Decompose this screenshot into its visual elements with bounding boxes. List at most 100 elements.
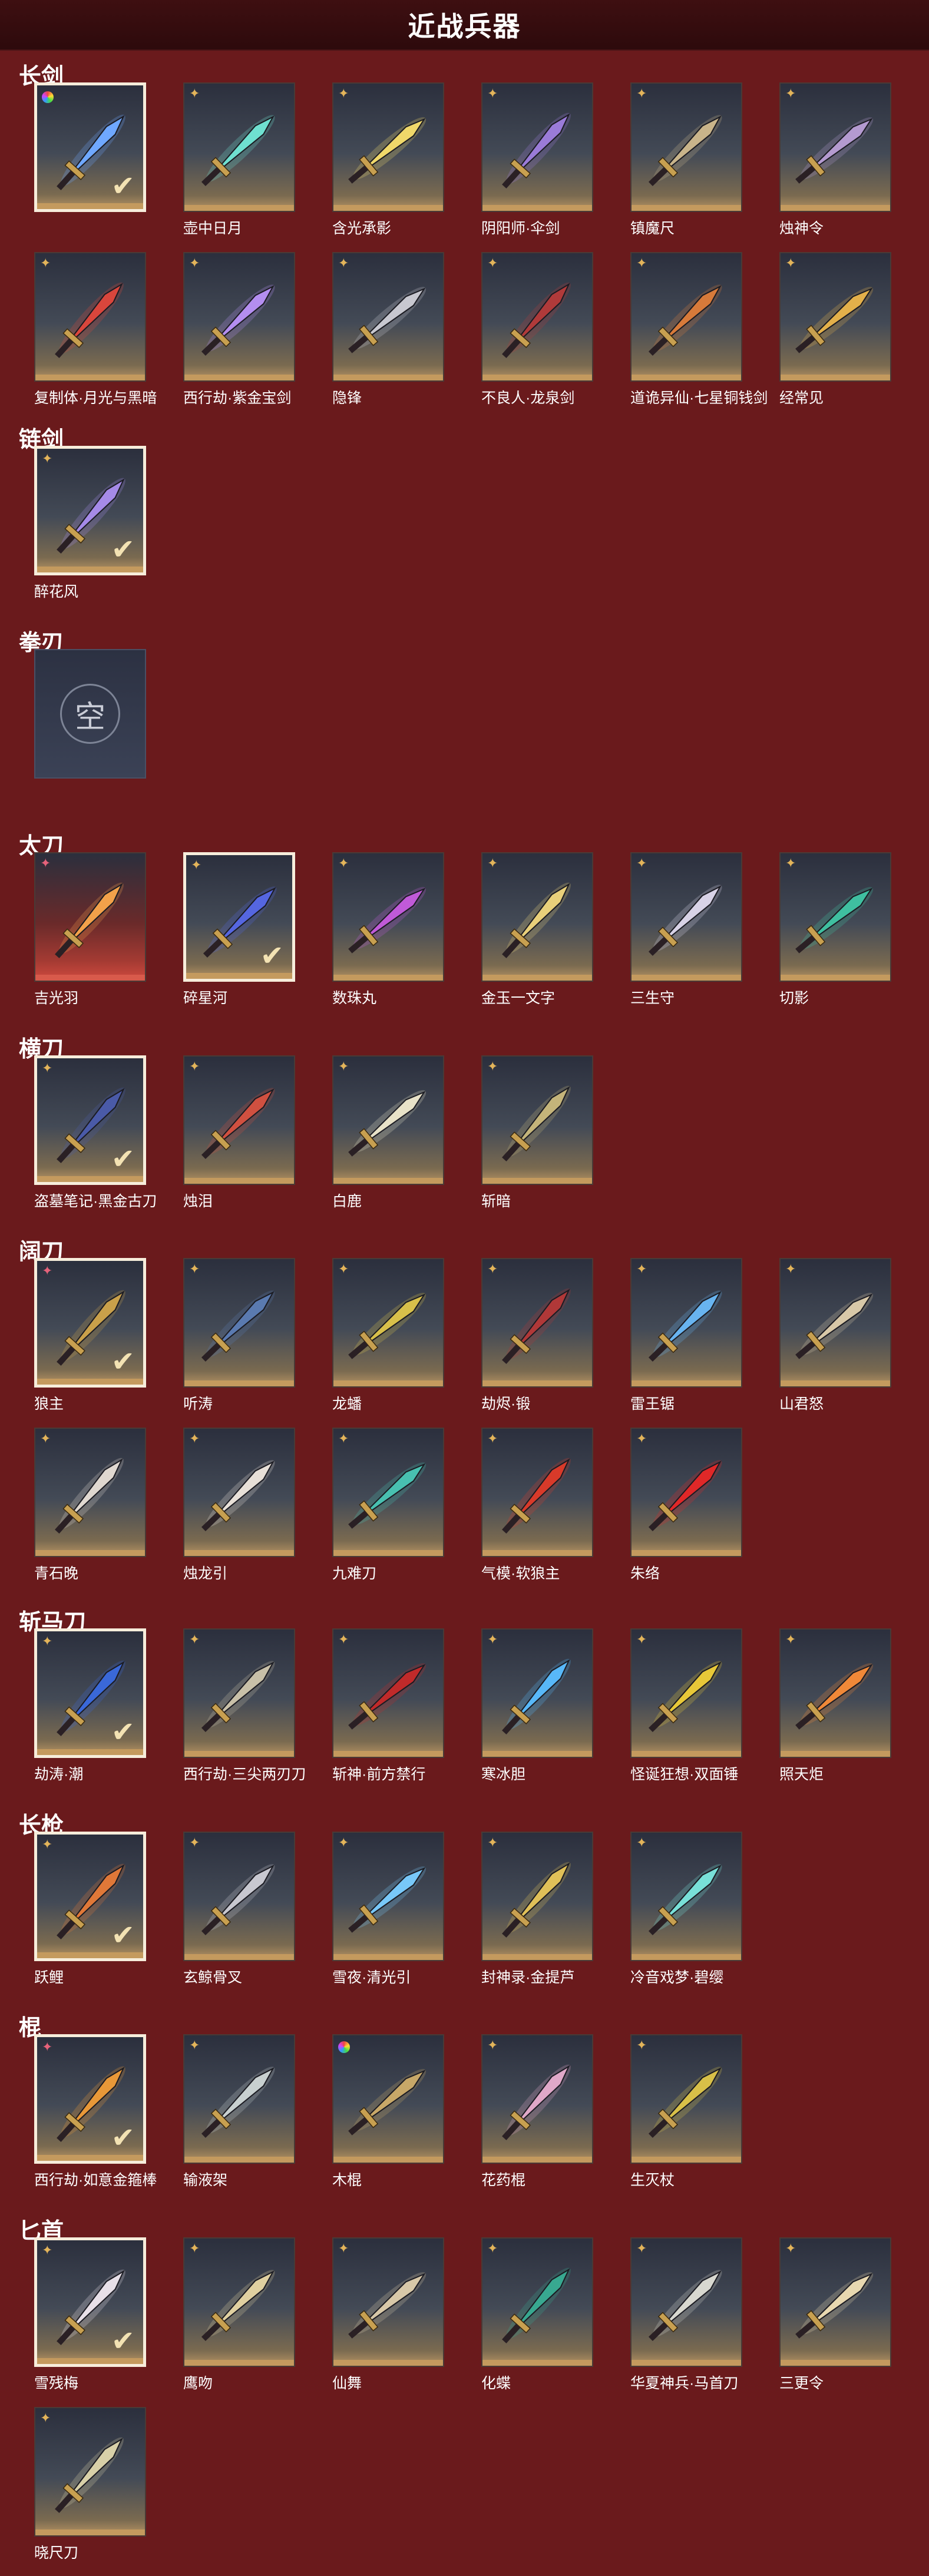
weapon-tile[interactable]: ✦ 寒冰胆 — [481, 1628, 593, 1784]
weapon-name: 华夏神兵·马首刀 — [630, 2375, 739, 2392]
weapon-tile[interactable]: ✦ 烛龙引 — [183, 1428, 295, 1583]
weapon-tile[interactable]: ✦ 雷王锯 — [630, 1258, 742, 1413]
weapon-tile[interactable]: ✦ 数珠丸 — [332, 852, 444, 1008]
weapon-name: 雪残梅 — [34, 2375, 79, 2392]
gold-star-icon: ✦ — [42, 2243, 53, 2257]
weapon-slot: ✦ — [332, 82, 444, 212]
weapon-tile[interactable]: ✦ ✔ 碎星河 — [183, 852, 295, 1008]
weapon-tile[interactable]: ✦ 斩神·前方禁行 — [332, 1628, 444, 1784]
weapon-tile[interactable]: ✦ ✔ 盗墓笔记·黑金古刀 — [34, 1055, 157, 1211]
weapon-tile[interactable]: ✦ 华夏神兵·马首刀 — [630, 2237, 742, 2393]
weapon-tile[interactable]: ✦ 听涛 — [183, 1258, 295, 1413]
empty-slot[interactable]: 空 — [34, 649, 146, 779]
weapon-tile[interactable]: ✦ 气模·软狼主 — [481, 1428, 593, 1583]
page-title: 近战兵器 — [408, 11, 521, 42]
weapon-name: 经常见 — [779, 390, 824, 406]
checkmark-icon: ✔ — [111, 534, 135, 565]
rarity-strip — [35, 1550, 145, 1556]
gold-star-icon: ✦ — [338, 2241, 349, 2256]
weapon-tile[interactable]: ✦ 白鹿 — [332, 1055, 444, 1211]
weapon-tile[interactable]: ✦ 照天炬 — [779, 1628, 891, 1784]
weapon-tile[interactable]: ✦ 龙蟠 — [332, 1258, 444, 1413]
weapon-slot: ✦ — [481, 852, 593, 982]
rarity-strip — [482, 2157, 592, 2163]
weapon-tile[interactable]: ✦ ✔ 劫涛·潮 — [34, 1628, 146, 1784]
weapon-tile[interactable]: ✦ 斩暗 — [481, 1055, 593, 1211]
weapon-tile[interactable]: ✦ 晓尺刀 — [34, 2407, 146, 2562]
weapon-slot: ✦ — [779, 252, 891, 382]
weapon-icon — [648, 1661, 722, 1733]
weapon-tile[interactable]: ✦ 隐锋 — [332, 252, 444, 408]
weapon-tile[interactable]: ✦ 道诡异仙·七星铜钱剑 — [630, 252, 768, 408]
weapon-tile[interactable]: 木棍 — [332, 2034, 444, 2190]
empty-slot-box: 空 — [34, 649, 146, 779]
weapon-slot: ✦ — [481, 2237, 593, 2367]
weapon-tile[interactable]: ✦ ✔ 狼主 — [34, 1258, 146, 1413]
gold-star-icon: ✦ — [189, 1059, 200, 1074]
weapon-tile[interactable]: ✦ 朱络 — [630, 1428, 742, 1583]
weapon-tile[interactable]: ✦ 经常见 — [779, 252, 891, 408]
weapon-tile[interactable]: ✦ 生灭杖 — [630, 2034, 742, 2190]
pink-star-icon: ✦ — [42, 2039, 53, 2054]
weapon-slot: ✦ — [481, 2034, 593, 2164]
weapon-tile[interactable]: ✦ 复制体·月光与黑暗 — [34, 252, 157, 408]
weapon-tile[interactable]: ✦ 壶中日月 — [183, 82, 295, 238]
weapon-tile[interactable]: ✦ 输液架 — [183, 2034, 295, 2190]
weapon-tile[interactable]: ✦ 化蝶 — [481, 2237, 593, 2393]
weapon-tile[interactable]: ✦ 冷音戏梦·碧缨 — [630, 1832, 742, 1987]
weapon-tile[interactable]: ✦ 烛神令 — [779, 82, 891, 238]
weapon-tile[interactable]: ✦ 劫烬·锻 — [481, 1258, 593, 1413]
weapon-tile[interactable]: ✦ ✔ 西行劫·如意金箍棒 — [34, 2034, 157, 2190]
weapon-tile[interactable]: ✦ 九难刀 — [332, 1428, 444, 1583]
weapon-tile[interactable]: ✦ 西行劫·紫金宝剑 — [183, 252, 295, 408]
gold-star-icon: ✦ — [636, 1431, 647, 1446]
weapon-icon — [201, 2270, 275, 2342]
weapon-tile[interactable]: ✦ 山君怒 — [779, 1258, 891, 1413]
weapon-slot: ✦ — [630, 2034, 742, 2164]
weapon-name: 晓尺刀 — [34, 2545, 79, 2561]
rarity-strip — [35, 375, 145, 380]
weapon-tile[interactable]: ✦ 雪夜·清光引 — [332, 1832, 444, 1987]
weapon-tile[interactable]: ✔ — [34, 82, 146, 217]
rarity-strip — [35, 975, 145, 981]
rarity-strip — [184, 1178, 294, 1184]
weapon-tile[interactable]: ✦ 西行劫·三尖两刃刀 — [183, 1628, 306, 1784]
weapon-tile[interactable]: ✦ 怪诞狂想·双面锤 — [630, 1628, 742, 1784]
weapon-tile[interactable]: ✦ 花药棍 — [481, 2034, 593, 2190]
weapon-tile[interactable]: ✦ ✔ 跃鲤 — [34, 1832, 146, 1987]
gold-star-icon: ✦ — [338, 1835, 349, 1850]
weapon-tile[interactable]: ✦ 三更令 — [779, 2237, 891, 2393]
weapon-name: 鹰吻 — [183, 2375, 213, 2392]
weapon-slot: ✦ — [630, 2237, 742, 2367]
weapon-tile[interactable]: ✦ 不良人·龙泉剑 — [481, 252, 593, 408]
gold-star-icon: ✦ — [338, 856, 349, 870]
weapon-tile[interactable]: ✦ 三生守 — [630, 852, 742, 1008]
weapon-tile[interactable]: ✦ 切影 — [779, 852, 891, 1008]
rarity-strip — [186, 973, 292, 979]
weapon-tile[interactable]: ✦ 镇魔尺 — [630, 82, 742, 238]
weapon-tile[interactable]: ✦ 青石晚 — [34, 1428, 146, 1583]
gold-star-icon: ✦ — [785, 2241, 796, 2256]
weapon-tile[interactable]: ✦ 金玉一文字 — [481, 852, 593, 1008]
weapon-tile[interactable]: ✦ 仙舞 — [332, 2237, 444, 2393]
weapon-tile[interactable]: ✦ 阴阳师·伞剑 — [481, 82, 593, 238]
weapon-tile[interactable]: ✦ 封神录·金提芦 — [481, 1832, 593, 1987]
weapon-slot: ✦ — [779, 2237, 891, 2367]
weapon-tile[interactable]: ✦ 吉光羽 — [34, 852, 146, 1008]
rarity-strip — [482, 205, 592, 211]
weapon-icon — [648, 2270, 722, 2342]
gold-star-icon: ✦ — [189, 256, 200, 270]
weapon-name: 醉花风 — [34, 584, 79, 600]
weapon-tile[interactable]: ✦ ✔ 雪残梅 — [34, 2237, 146, 2393]
checkmark-icon: ✔ — [111, 1920, 135, 1951]
weapon-name: 生灭杖 — [630, 2172, 675, 2188]
weapon-tile[interactable]: ✦ 玄鲸骨叉 — [183, 1832, 295, 1987]
weapon-tile[interactable]: ✦ 烛泪 — [183, 1055, 295, 1211]
weapon-icon — [55, 882, 124, 958]
weapon-name: 三生守 — [630, 990, 675, 1006]
rarity-strip — [37, 1176, 143, 1182]
weapon-tile[interactable]: ✦ 鹰吻 — [183, 2237, 295, 2393]
weapon-tile[interactable]: ✦ ✔ 醉花风 — [34, 446, 146, 601]
checkmark-icon: ✔ — [111, 2326, 135, 2357]
weapon-tile[interactable]: ✦ 含光承影 — [332, 82, 444, 238]
